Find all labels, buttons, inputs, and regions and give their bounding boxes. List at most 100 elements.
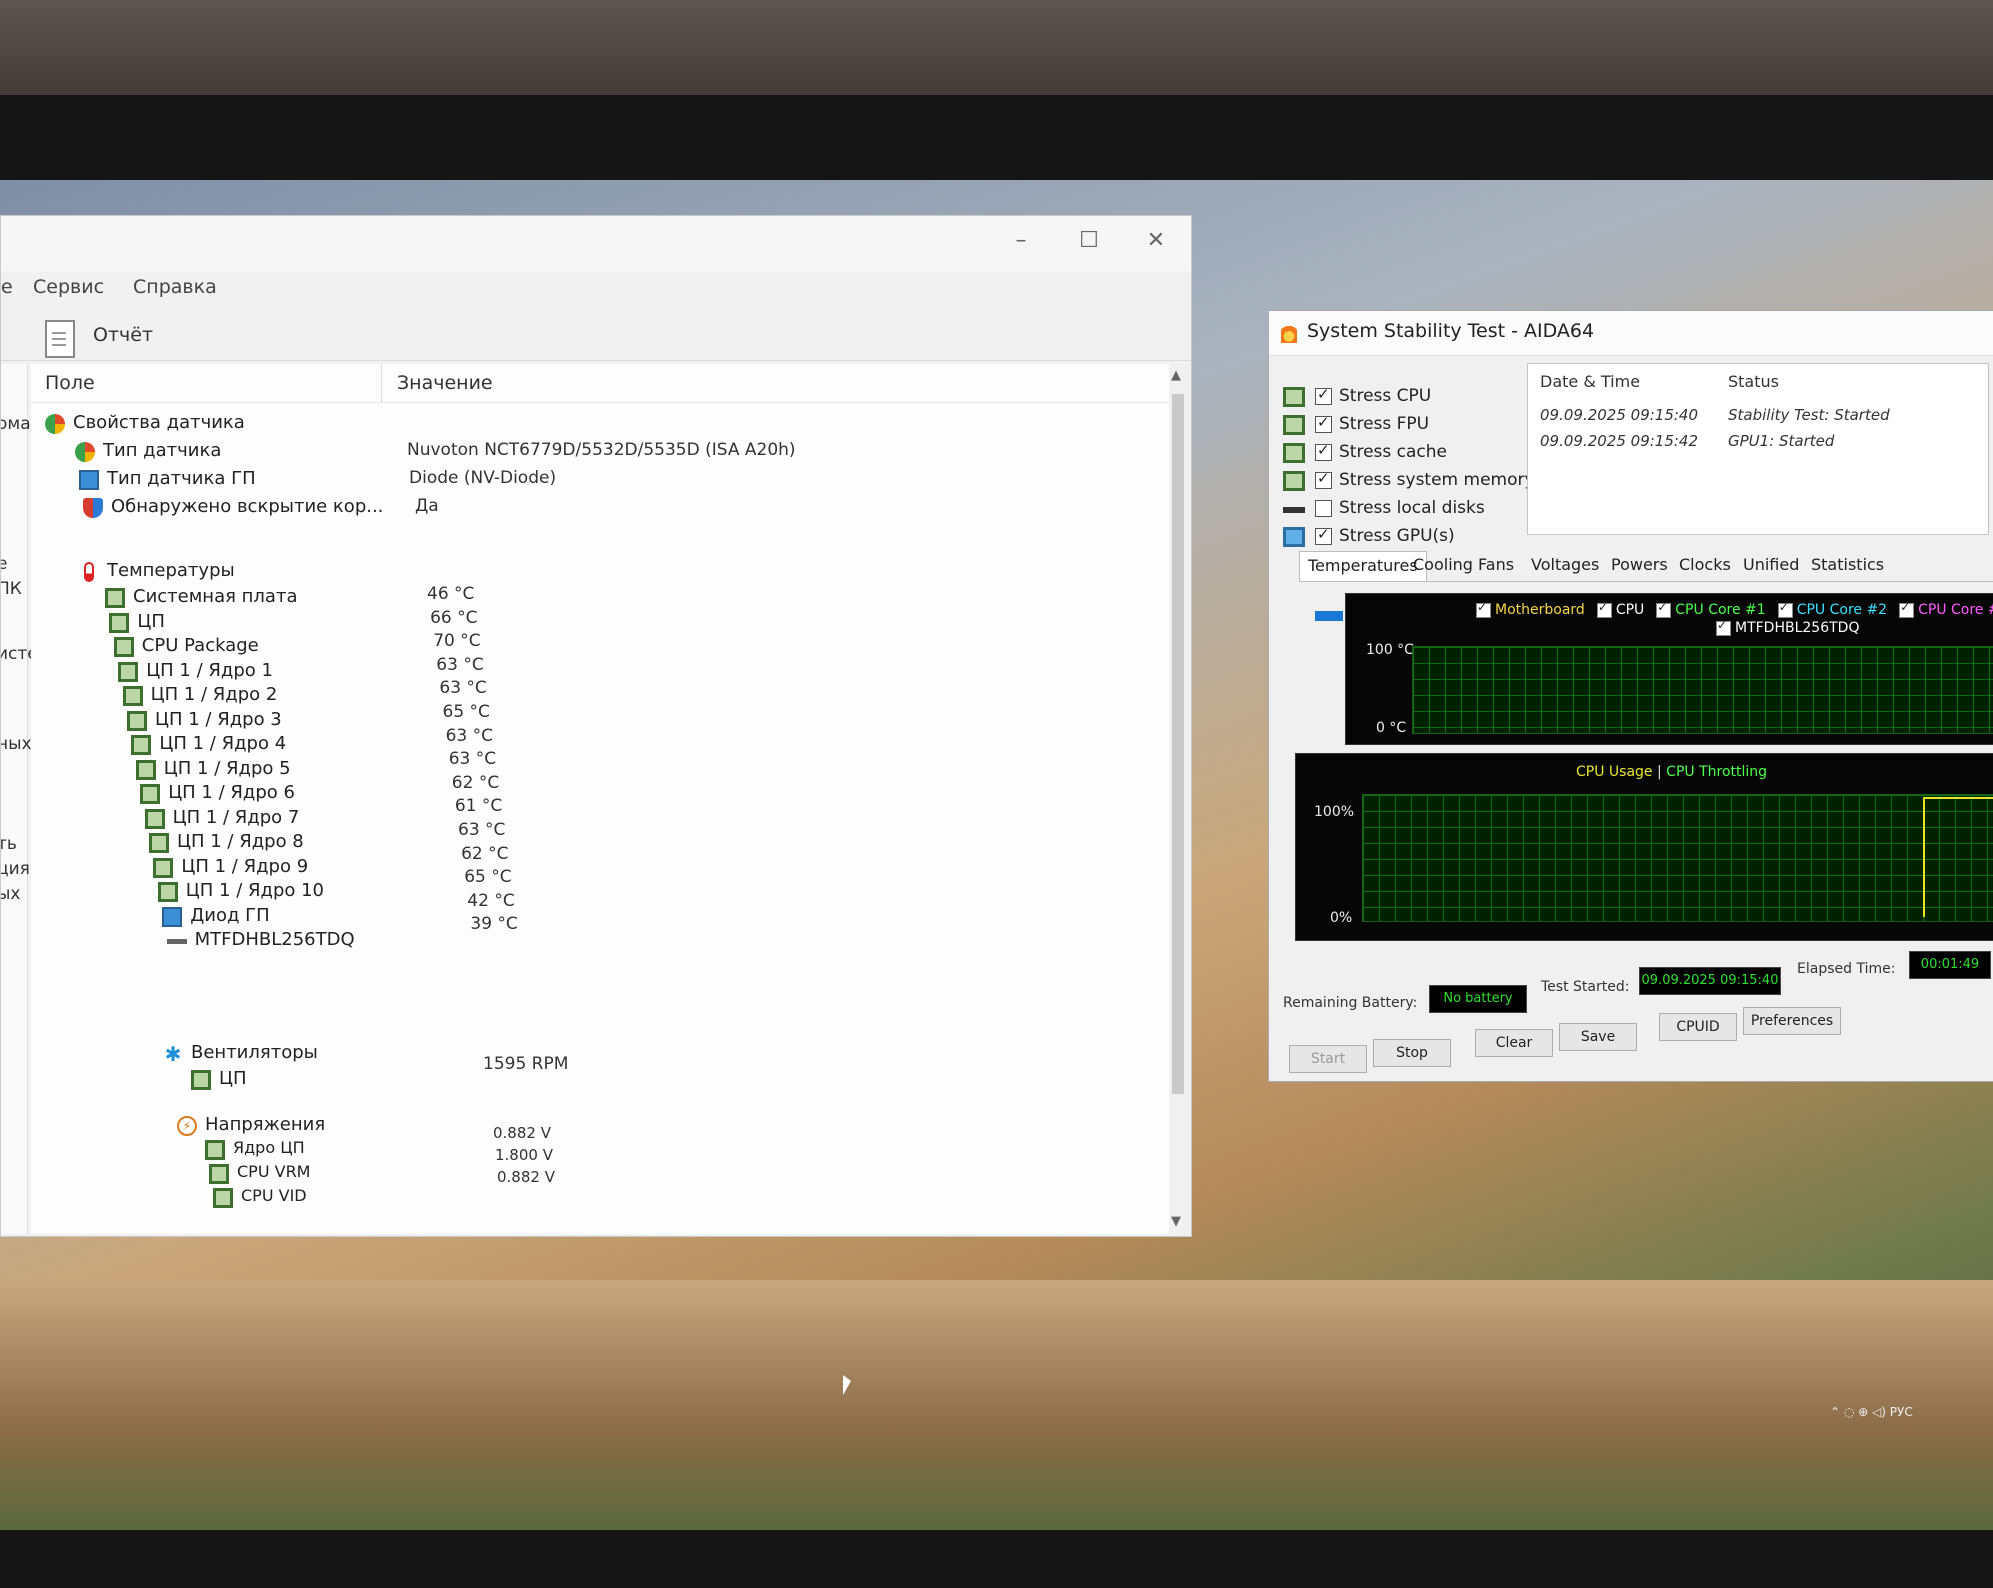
- tab-clocks[interactable]: Clocks: [1679, 555, 1731, 574]
- vertical-scrollbar[interactable]: ▲ ▼: [1169, 364, 1187, 1234]
- row-label: ЦП 1 / Ядро 6: [168, 782, 295, 803]
- nav-item[interactable]: ых: [1, 884, 20, 904]
- legend-checkbox[interactable]: [1899, 600, 1915, 618]
- legend-item[interactable]: CPU Core #3: [1899, 600, 1993, 618]
- clear-button[interactable]: Clear: [1475, 1029, 1553, 1057]
- legend-item[interactable]: MTFDHBL256TDQ: [1716, 618, 1993, 636]
- menu-item-partial[interactable]: е: [1, 276, 13, 298]
- start-button[interactable]: Start: [1289, 1045, 1367, 1073]
- column-field[interactable]: Поле: [45, 372, 95, 394]
- log-header-date[interactable]: Date & Time: [1540, 372, 1640, 391]
- legend-item[interactable]: CPU Core #1: [1656, 600, 1766, 618]
- legend-checkbox[interactable]: [1777, 600, 1793, 618]
- table-row[interactable]: Тип датчика Nuvoton NCT6779D/5532D/5535D…: [75, 440, 875, 466]
- tab-voltages[interactable]: Voltages: [1531, 555, 1599, 574]
- disk-icon: [166, 939, 187, 944]
- stress-memory-checkbox[interactable]: [1315, 469, 1332, 489]
- keyboard-language[interactable]: РУС: [1890, 1405, 1913, 1419]
- nav-item[interactable]: ть: [1, 834, 17, 854]
- table-row[interactable]: Тип датчика ГП Diode (NV-Diode): [79, 468, 879, 494]
- row-label: CPU VID: [241, 1186, 307, 1205]
- table-row[interactable]: Обнаружено вскрытие кор... Да: [83, 496, 883, 522]
- legend-item[interactable]: CPU Core #2: [1777, 600, 1887, 618]
- tab-unified[interactable]: Unified: [1743, 555, 1799, 574]
- cpuid-button[interactable]: CPUID: [1659, 1013, 1737, 1041]
- tab-temperatures[interactable]: Temperatures: [1299, 551, 1427, 581]
- table-row[interactable]: CPU VID 0.882 V: [213, 1168, 813, 1212]
- stability-titlebar[interactable]: System Stability Test - AIDA64: [1269, 311, 1993, 356]
- stress-cpu-checkbox[interactable]: [1315, 385, 1332, 405]
- row-value: 42 °C: [467, 890, 515, 911]
- report-button-label[interactable]: Отчёт: [93, 324, 153, 346]
- stress-cache-checkbox[interactable]: [1315, 441, 1332, 461]
- scroll-up-icon[interactable]: ▲: [1171, 368, 1181, 383]
- stress-fpu-checkbox[interactable]: [1315, 413, 1332, 433]
- row-value: 66 °C: [430, 607, 478, 628]
- cache-icon: [1283, 443, 1305, 463]
- status-log: Date & Time Status 09.09.2025 09:15:40 S…: [1527, 363, 1989, 535]
- graph-plot: [1362, 794, 1993, 922]
- save-button[interactable]: Save: [1559, 1023, 1637, 1051]
- table-row[interactable]: MTFDHBL256TDQ 39 °C: [166, 914, 867, 955]
- tab-statistics[interactable]: Statistics: [1811, 555, 1884, 574]
- stop-button[interactable]: Stop: [1373, 1039, 1451, 1067]
- elapsed-time-value: 00:01:49: [1909, 951, 1991, 979]
- stress-gpu-checkbox[interactable]: [1315, 525, 1332, 545]
- tab-cooling-fans[interactable]: Cooling Fans: [1413, 555, 1514, 574]
- gpu-icon: [162, 906, 183, 927]
- report-icon[interactable]: [45, 320, 75, 358]
- chip-icon: [149, 833, 169, 853]
- legend-cpu-throttling: CPU Throttling: [1666, 764, 1768, 780]
- legend-checkbox[interactable]: [1476, 600, 1491, 618]
- stress-disks-checkbox[interactable]: [1315, 500, 1332, 517]
- axis-top-label: 100 °C: [1366, 642, 1414, 658]
- stability-test-window: System Stability Test - AIDA64 Stress CP…: [1268, 310, 1993, 1082]
- legend-cpu-usage: CPU Usage: [1576, 764, 1653, 780]
- legend-label: Motherboard: [1495, 602, 1585, 618]
- option-label: Stress cache: [1339, 442, 1447, 462]
- scroll-thumb[interactable]: [1172, 394, 1184, 1094]
- table-row[interactable]: ЦП 1595 RPM: [191, 1054, 791, 1094]
- row-value: 63 °C: [436, 654, 484, 675]
- close-icon[interactable]: ✕: [1136, 226, 1176, 256]
- row-label: CPU Package: [141, 635, 259, 656]
- usage-legend: CPU Usage | CPU Throttling: [1576, 764, 1767, 780]
- maximize-icon[interactable]: ☐: [1069, 226, 1109, 256]
- scroll-down-icon[interactable]: ▼: [1171, 1214, 1181, 1229]
- legend-checkbox[interactable]: [1716, 618, 1731, 636]
- log-header-status[interactable]: Status: [1728, 372, 1779, 391]
- remaining-battery-value: No battery: [1429, 985, 1527, 1013]
- row-value: 65 °C: [464, 867, 512, 888]
- sensor-window-titlebar[interactable]: – ☐ ✕: [1, 216, 1191, 271]
- column-divider[interactable]: [381, 364, 382, 402]
- tray-icons[interactable]: ⌃ ◌ ⊕ ◁): [1830, 1405, 1886, 1419]
- preferences-button[interactable]: Preferences: [1743, 1007, 1841, 1035]
- monitor-icon: [79, 470, 99, 490]
- menu-item-help[interactable]: Справка: [133, 276, 217, 298]
- tab-powers[interactable]: Powers: [1611, 555, 1668, 574]
- nav-item[interactable]: ция: [1, 859, 30, 879]
- aida64-flame-icon: [1281, 321, 1297, 343]
- chip-icon: [135, 759, 156, 780]
- legend-item[interactable]: CPU: [1596, 600, 1644, 618]
- axis-top-label: 100%: [1314, 804, 1355, 820]
- legend-item[interactable]: Motherboard: [1476, 600, 1585, 618]
- minimize-icon[interactable]: –: [1001, 226, 1041, 256]
- row-label: Обнаружено вскрытие кор...: [111, 496, 384, 517]
- legend-checkbox[interactable]: [1656, 600, 1672, 618]
- usage-rise-line: [1923, 797, 1925, 917]
- menu-item-service[interactable]: Сервис: [33, 276, 104, 298]
- row-value: 0.882 V: [493, 1124, 551, 1142]
- row-label: ЦП 1 / Ядро 5: [163, 757, 291, 779]
- legend-checkbox[interactable]: [1596, 600, 1612, 618]
- column-value[interactable]: Значение: [397, 372, 493, 394]
- nav-item[interactable]: ПК: [1, 579, 22, 599]
- window-title: System Stability Test - AIDA64: [1307, 320, 1595, 342]
- nav-item[interactable]: ных: [1, 734, 32, 754]
- row-label: ЦП 1 / Ядро 8: [177, 831, 304, 852]
- row-value: 65 °C: [442, 702, 490, 722]
- test-started-value: 09.09.2025 09:15:40: [1639, 967, 1781, 995]
- chip-icon: [157, 882, 178, 902]
- option-label: Stress local disks: [1339, 498, 1485, 518]
- nav-item[interactable]: е: [1, 554, 7, 574]
